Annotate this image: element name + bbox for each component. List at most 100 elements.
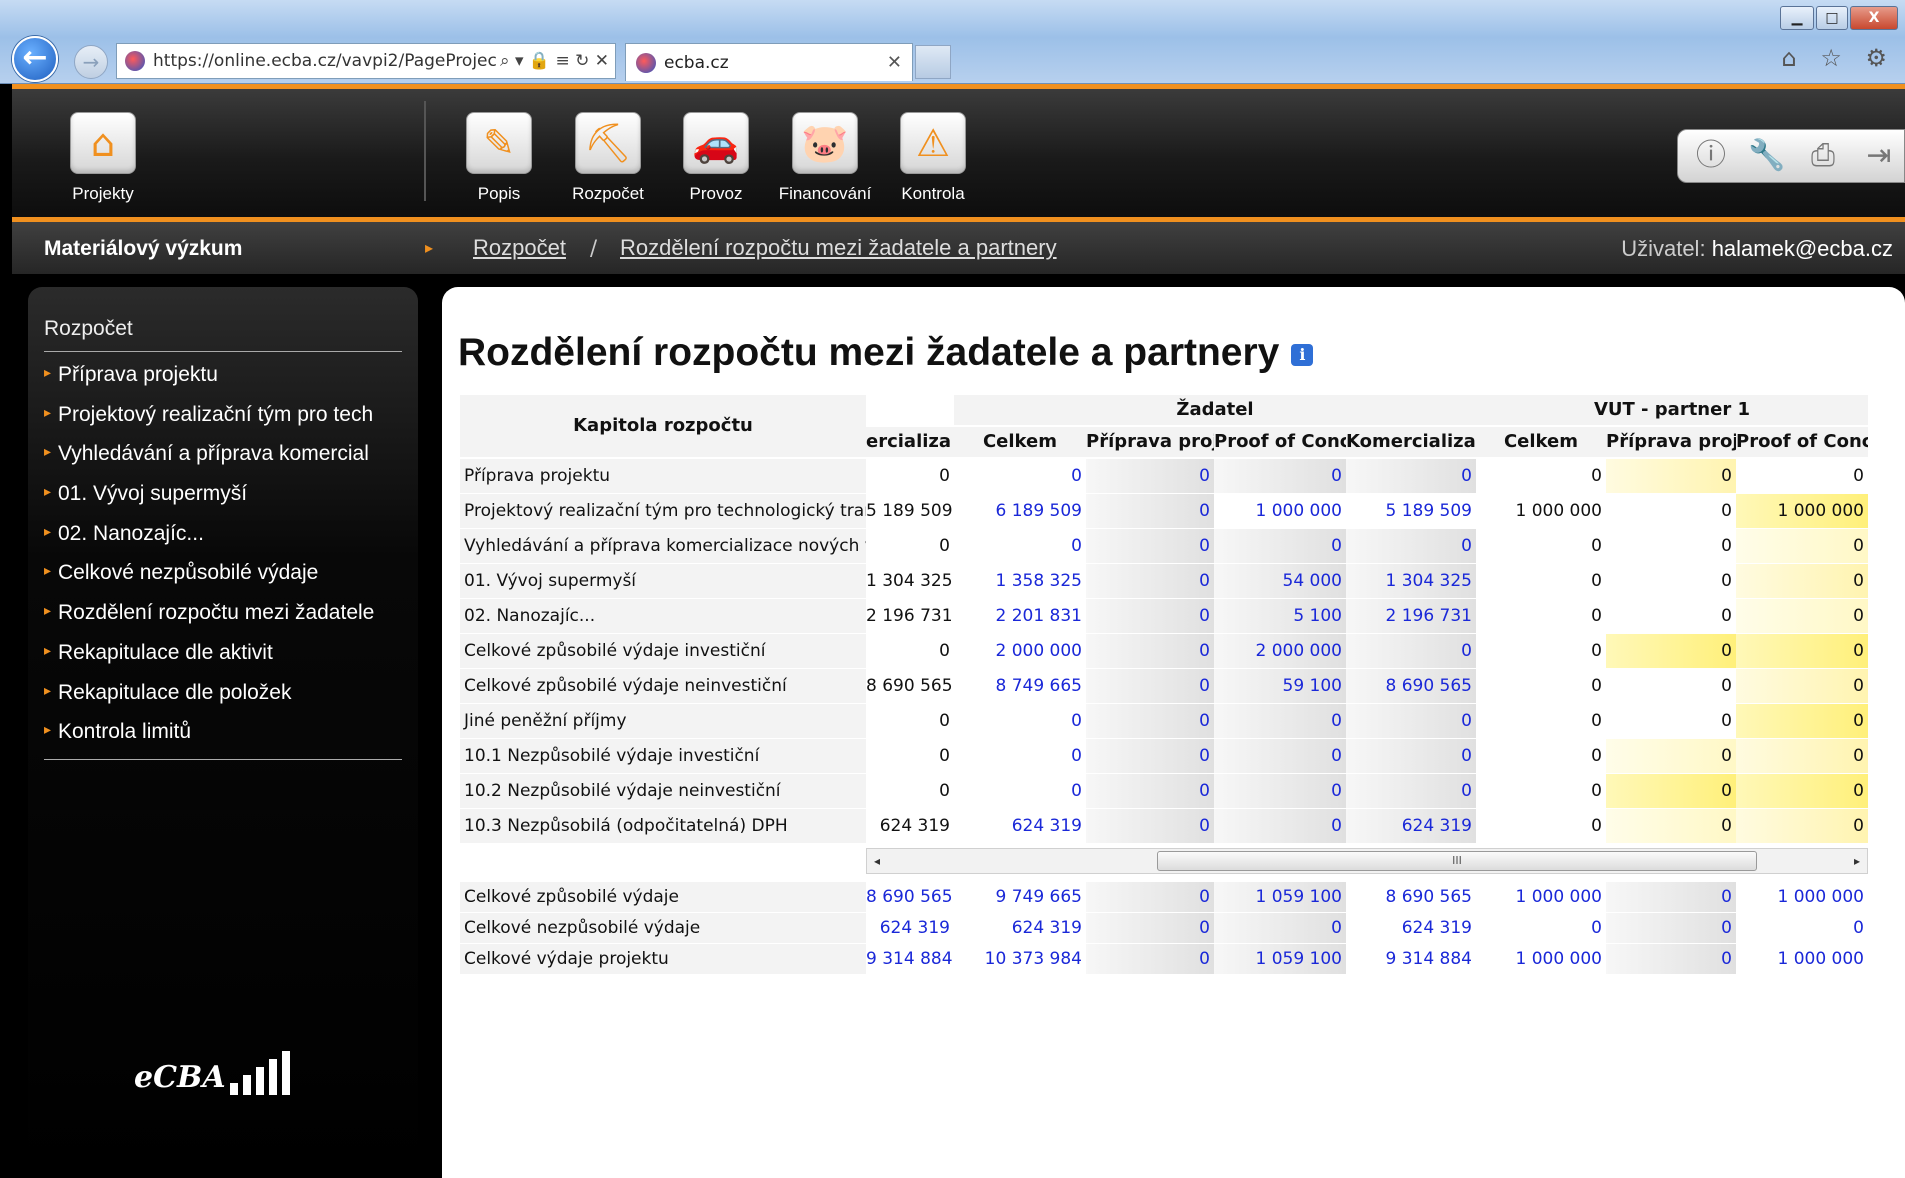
logout-icon[interactable]: ⇥ [1860,137,1898,175]
url-text[interactable]: https://online.ecba.cz/vavpi2/PageProjec [153,51,500,71]
table-cell[interactable]: 8 690 565 [1346,882,1476,912]
col-header[interactable]: Proof of Conc [1736,427,1868,457]
info-icon[interactable]: i [1291,343,1314,366]
table-cell[interactable]: 5 100 [1214,599,1346,633]
table-cell[interactable]: 0 [1086,564,1214,598]
sidebar-item[interactable]: Celkové nezpůsobilé výdaje [44,561,404,601]
sidebar-item[interactable]: 02. Nanozajíc... [44,522,404,562]
nav-popis[interactable]: ✎ Popis [452,112,546,204]
table-cell[interactable]: 8 690 565 [866,882,954,912]
table-cell[interactable]: 6 189 509 [954,494,1086,528]
tools-icon[interactable]: 🔧 [1748,137,1786,175]
nav-kontrola[interactable]: ⚠ Kontrola [886,112,980,204]
col-header[interactable]: Celkem [1476,427,1606,457]
table-cell[interactable]: 0 [1086,882,1214,912]
table-cell[interactable]: 9 314 884 [1346,944,1476,974]
table-cell[interactable]: 0 [1606,882,1736,912]
table-cell[interactable]: 2 000 000 [954,634,1086,668]
table-cell[interactable]: 0 [1346,774,1476,808]
table-cell[interactable]: 0 [1086,634,1214,668]
sidebar-item[interactable]: Rekapitulace dle položek [44,681,404,721]
table-cell[interactable]: 9 314 884 [866,944,954,974]
forward-button[interactable]: → [74,45,108,79]
table-cell[interactable]: 1 059 100 [1214,944,1346,974]
table-cell[interactable]: 10 373 984 [954,944,1086,974]
table-cell[interactable]: 0 [1086,669,1214,703]
back-button[interactable]: ← [12,36,58,82]
maximize-button[interactable]: □ [1816,6,1848,30]
close-window-button[interactable]: X [1850,6,1898,30]
scroll-right-icon[interactable]: ▸ [1847,849,1867,873]
table-cell[interactable]: 0 [1086,459,1214,493]
sidebar-item[interactable]: Rozdělení rozpočtu mezi žadatele [44,601,404,641]
col-header[interactable]: ercializa [866,427,954,457]
table-cell[interactable]: 0 [1214,529,1346,563]
table-cell[interactable]: 9 749 665 [954,882,1086,912]
table-cell[interactable]: 0 [954,774,1086,808]
table-cell[interactable]: 59 100 [1214,669,1346,703]
table-cell[interactable]: 0 [1346,529,1476,563]
sidebar-item[interactable]: Příprava projektu [44,363,404,403]
table-cell[interactable]: 0 [1214,704,1346,738]
table-cell[interactable]: 0 [1214,809,1346,843]
table-cell[interactable]: 0 [1086,944,1214,974]
print-icon[interactable]: ⎙ [1804,137,1842,175]
table-cell[interactable]: 1 059 100 [1214,882,1346,912]
table-cell[interactable]: 0 [1606,913,1736,943]
new-tab-button[interactable] [915,45,951,79]
table-cell[interactable]: 0 [1086,599,1214,633]
info-icon[interactable]: ⓘ [1692,137,1730,175]
table-cell[interactable]: 624 319 [1346,809,1476,843]
sidebar-item[interactable]: Kontrola limitů [44,720,404,760]
table-cell[interactable]: 0 [1086,774,1214,808]
nav-financovani[interactable]: 🐷 Financování [778,112,872,204]
table-cell[interactable]: 0 [954,739,1086,773]
table-cell[interactable]: 624 319 [1346,913,1476,943]
nav-projekty[interactable]: ⌂ Projekty [56,112,150,204]
sidebar-title[interactable]: Rozpočet [44,317,133,341]
col-header[interactable]: Celkem [954,427,1086,457]
table-cell[interactable]: 1 000 000 [1736,944,1868,974]
table-cell[interactable]: 2 196 731 [1346,599,1476,633]
table-cell[interactable]: 2 201 831 [954,599,1086,633]
col-header[interactable]: Komercializa [1346,427,1476,457]
col-header[interactable]: Proof of Conc [1214,427,1346,457]
minimize-button[interactable]: ▁ [1780,6,1814,30]
table-cell[interactable]: 8 749 665 [954,669,1086,703]
address-bar[interactable]: https://online.ecba.cz/vavpi2/PageProjec… [116,43,616,79]
table-cell[interactable]: 54 000 [1214,564,1346,598]
table-cell[interactable]: 0 [1086,739,1214,773]
browser-toolbar-icons[interactable]: ⌂ ☆ ⚙ [1781,44,1895,72]
table-cell[interactable]: 0 [1214,739,1346,773]
table-cell[interactable]: 8 690 565 [1346,669,1476,703]
table-cell[interactable]: 1 000 000 [1476,944,1606,974]
sidebar-item[interactable]: Rekapitulace dle aktivit [44,641,404,681]
scroll-left-icon[interactable]: ◂ [867,849,887,873]
sidebar-item[interactable]: 01. Vývoj supermyší [44,482,404,522]
horizontal-scrollbar[interactable]: ◂ III ▸ [866,848,1868,874]
table-cell[interactable]: 0 [1606,944,1736,974]
table-cell[interactable]: 0 [1086,809,1214,843]
table-cell[interactable]: 624 319 [954,809,1086,843]
table-cell[interactable]: 0 [1346,739,1476,773]
table-cell[interactable]: 1 000 000 [1476,882,1606,912]
table-cell[interactable]: 0 [1214,774,1346,808]
table-cell[interactable]: 0 [1346,634,1476,668]
table-cell[interactable]: 0 [1086,529,1214,563]
close-tab-icon[interactable]: ✕ [887,52,902,73]
table-cell[interactable]: 1 358 325 [954,564,1086,598]
table-cell[interactable]: 0 [1476,913,1606,943]
nav-rozpocet[interactable]: ⛏ Rozpočet [561,112,655,204]
table-cell[interactable]: 0 [1214,459,1346,493]
table-cell[interactable]: 0 [1346,459,1476,493]
table-cell[interactable]: 5 189 509 [1346,494,1476,528]
table-cell[interactable]: 624 319 [954,913,1086,943]
table-cell[interactable]: 0 [954,459,1086,493]
scrollbar-thumb[interactable]: III [1157,851,1757,871]
table-cell[interactable]: 2 000 000 [1214,634,1346,668]
table-cell[interactable]: 0 [1736,913,1868,943]
table-cell[interactable]: 0 [954,529,1086,563]
table-cell[interactable]: 624 319 [866,913,954,943]
table-cell[interactable]: 1 304 325 [1346,564,1476,598]
col-header[interactable]: Příprava proj [1086,427,1214,457]
